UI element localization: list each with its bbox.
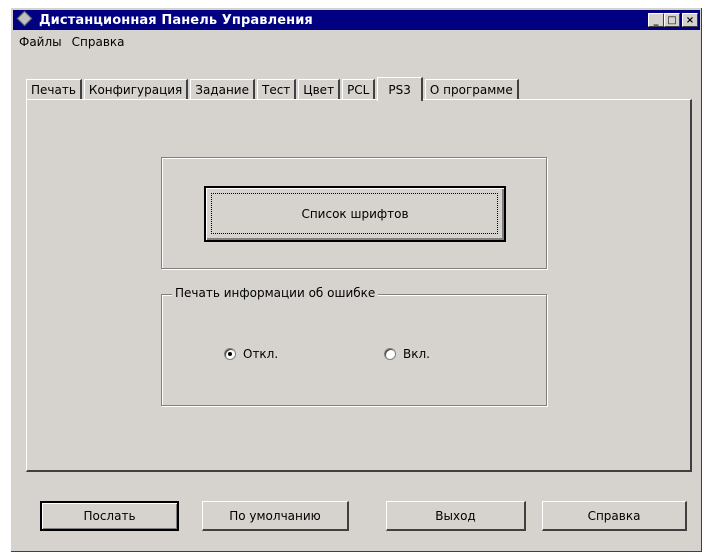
error-print-groupbox: Печать информации об ошибке Откл. Вкл. (161, 286, 547, 406)
menu-bar: Файлы Справка (13, 32, 129, 52)
error-print-label: Печать информации об ошибке (172, 286, 379, 300)
help-button[interactable]: Справка (542, 501, 687, 531)
radio-on-label: Вкл. (403, 347, 430, 361)
radio-off[interactable]: Откл. (224, 347, 278, 361)
maximize-button[interactable]: □ (664, 13, 680, 27)
tab-strip: Печать Конфигурация Задание Тест Цвет PC… (26, 77, 521, 101)
title-bar[interactable]: Дистанционная Панель Управления _ □ × (13, 10, 700, 30)
close-button[interactable]: × (682, 13, 698, 27)
tab-job[interactable]: Задание (190, 79, 255, 99)
exit-button[interactable]: Выход (386, 501, 526, 531)
tab-test[interactable]: Тест (256, 79, 297, 99)
tab-panel-ps3: Список шрифтов Печать информации об ошиб… (26, 99, 692, 472)
menu-files[interactable]: Файлы (13, 35, 66, 49)
minimize-button[interactable]: _ (648, 13, 664, 27)
radio-off-label: Откл. (243, 347, 279, 361)
default-button[interactable]: По умолчанию (202, 501, 349, 531)
font-list-button[interactable]: Список шрифтов (204, 186, 506, 242)
fonts-groupbox: Список шрифтов (161, 157, 547, 269)
tab-print[interactable]: Печать (26, 79, 82, 99)
tab-color[interactable]: Цвет (298, 79, 341, 99)
radio-on-indicator[interactable] (384, 348, 396, 360)
tab-pcl[interactable]: PCL (342, 79, 376, 99)
tab-ps3[interactable]: PS3 (377, 77, 423, 101)
window-controls: _ □ × (648, 13, 698, 27)
tab-about[interactable]: О программе (424, 79, 519, 99)
radio-on[interactable]: Вкл. (384, 347, 430, 361)
radio-off-indicator[interactable] (224, 348, 236, 360)
app-icon[interactable] (16, 10, 34, 28)
tab-configuration[interactable]: Конфигурация (83, 79, 189, 99)
menu-help[interactable]: Справка (66, 35, 129, 49)
send-button[interactable]: Послать (40, 501, 179, 531)
window-title: Дистанционная Панель Управления (39, 12, 313, 28)
